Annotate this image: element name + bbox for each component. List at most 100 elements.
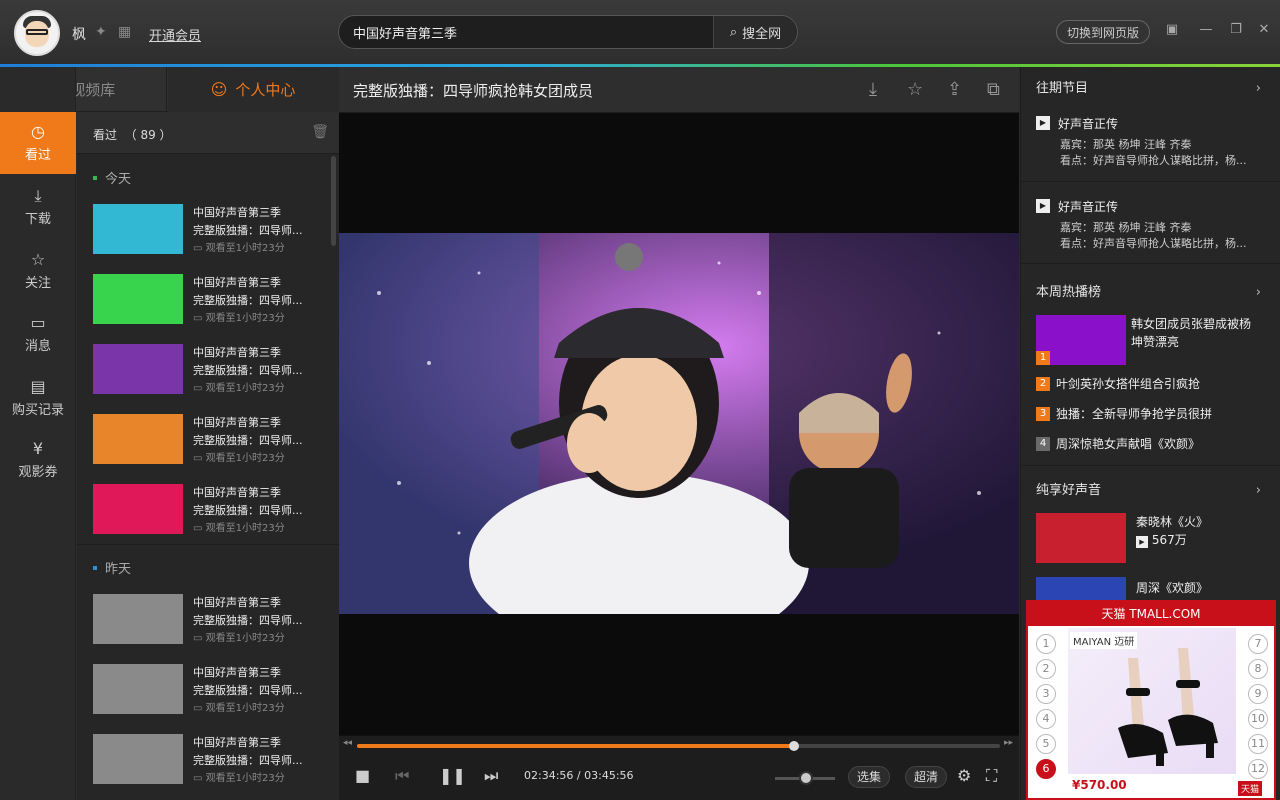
list-item[interactable]: 中国好声音第三季 完整版独播：四导师... ▭ 观看至1小时23分 — [93, 594, 329, 646]
ad-page-5[interactable]: 5 — [1036, 734, 1056, 754]
top-bar: 枫 ✦ ▦ 开通会员 ⌕ 搜全网 切换到网页版 ▣ — ❐ ✕ — [0, 0, 1280, 64]
section-pure-voice[interactable]: 纯享好声音 › — [1021, 475, 1280, 507]
nav-follow[interactable]: ☆ 关注 — [0, 240, 76, 302]
ad-page-6[interactable]: 6 — [1036, 759, 1056, 779]
search-icon: ⌕ — [729, 24, 738, 40]
screen-icon[interactable]: ⧉ — [987, 79, 1000, 100]
nav-label: 购买记录 — [11, 403, 64, 418]
list-item[interactable]: 中国好声音第三季 完整版独播：四导师... ▭ 观看至1小时23分 — [93, 204, 329, 256]
ad-page-1[interactable]: 1 — [1036, 634, 1056, 654]
pure-title[interactable]: 秦晓林《火》 — [1136, 513, 1208, 530]
item-title: 中国好声音第三季 — [193, 416, 281, 429]
quality-button[interactable]: 超清 — [905, 766, 948, 788]
tmall-ad[interactable]: 天猫 TMALL.COM 1 2 3 4 5 6 7 8 9 10 11 12 … — [1026, 600, 1276, 800]
pure-thumbnail[interactable] — [1036, 513, 1126, 563]
share-icon[interactable]: ⇪ — [947, 79, 962, 100]
episode-guests: 嘉宾：那英 杨坤 汪峰 齐秦 — [1060, 221, 1192, 234]
hot-item[interactable]: 4 周深惊艳女声献唱《欢颜》 — [1036, 435, 1200, 452]
ad-page-11[interactable]: 11 — [1248, 734, 1268, 754]
ad-page-7[interactable]: 7 — [1248, 634, 1268, 654]
search-input[interactable] — [339, 16, 714, 48]
list-item[interactable]: 中国好声音第三季 完整版独播：四导师... ▭ 观看至1小时23分 — [93, 484, 329, 536]
close-icon[interactable]: ✕ — [1256, 22, 1272, 38]
trash-icon[interactable]: 🗑 — [311, 124, 329, 140]
user-icon: ☺ — [210, 80, 228, 99]
forward-icon[interactable]: ▸▸ — [1004, 738, 1013, 748]
nav-history[interactable]: ◷ 看过 — [0, 112, 76, 174]
ad-page-10[interactable]: 10 — [1248, 709, 1268, 729]
section-weekly-hot[interactable]: 本周热播榜 › — [1021, 277, 1280, 309]
thumbnail — [93, 204, 183, 254]
list-item[interactable]: 中国好声音第三季 完整版独播：四导师... ▭ 观看至1小时23分 — [93, 344, 329, 396]
video-title: 完整版独播：四导师疯抢韩女团成员 — [353, 82, 594, 100]
nav-label: 下载 — [24, 212, 51, 227]
progress-knob[interactable] — [789, 741, 800, 751]
ad-page-3[interactable]: 3 — [1036, 684, 1056, 704]
pin-icon[interactable]: ✦ — [95, 24, 107, 40]
episode-highlight: 看点：好声音导师抢人谋略比拼，杨... — [1060, 154, 1247, 167]
tab-personal-center[interactable]: ☺ 个人中心 — [168, 67, 338, 112]
item-subtitle: 完整版独播：四导师... — [193, 684, 303, 697]
list-item[interactable]: 中国好声音第三季 完整版独播：四导师... ▭ 观看至1小时23分 — [93, 734, 329, 786]
stop-button[interactable]: ■ — [355, 766, 370, 785]
open-vip-link[interactable]: 开通会员 — [149, 25, 201, 44]
day-label-today: 今天 — [93, 168, 131, 187]
pure-title[interactable]: 周深《欢颜》 — [1136, 579, 1208, 596]
hot-item[interactable]: 2 叶剑英孙女搭伴组合引疯抢 — [1036, 375, 1200, 392]
rewind-icon[interactable]: ◂◂ — [343, 738, 352, 748]
next-button[interactable]: ⏭ — [484, 766, 498, 786]
search-all-button[interactable]: ⌕ 搜全网 — [713, 16, 797, 48]
list-item[interactable]: 中国好声音第三季 完整版独播：四导师... ▭ 观看至1小时23分 — [93, 664, 329, 716]
video-frame[interactable] — [339, 233, 1019, 614]
list-item[interactable]: 中国好声音第三季 完整版独播：四导师... ▭ 观看至1小时23分 — [93, 274, 329, 326]
volume-slider[interactable] — [775, 771, 835, 785]
pause-button[interactable]: ❚❚ — [439, 766, 466, 785]
fullscreen-icon[interactable]: ⛶ — [986, 766, 997, 786]
progress-bar[interactable] — [357, 741, 1000, 751]
card-icon[interactable]: ▦ — [118, 24, 131, 40]
favorite-star-icon[interactable]: ☆ — [907, 79, 923, 100]
maximize-icon[interactable]: ❐ — [1228, 22, 1244, 38]
item-subtitle: 完整版独播：四导师... — [193, 614, 303, 627]
item-progress: ▭ 观看至1小时23分 — [193, 313, 285, 324]
ad-page-9[interactable]: 9 — [1248, 684, 1268, 704]
thumbnail — [93, 734, 183, 784]
username[interactable]: 枫 — [72, 24, 86, 44]
ad-product-image[interactable] — [1068, 628, 1236, 774]
ad-page-12[interactable]: 12 — [1248, 759, 1268, 779]
history-scrollbar[interactable] — [331, 156, 336, 246]
switch-to-web-button[interactable]: 切换到网页版 — [1056, 20, 1150, 44]
item-subtitle: 完整版独播：四导师... — [193, 434, 303, 447]
section-past-episodes[interactable]: 往期节目 › — [1021, 73, 1280, 105]
previous-button[interactable]: ⏮ — [395, 766, 409, 786]
minimize-icon[interactable]: — — [1198, 22, 1214, 38]
nav-tickets[interactable]: ¥ 观影券 — [0, 429, 76, 491]
list-item[interactable]: 中国好声音第三季 完整版独播：四导师... ▭ 观看至1小时23分 — [93, 414, 329, 466]
nav-purchases[interactable]: ▤ 购买记录 — [0, 367, 76, 429]
past-episode[interactable]: ▶ 好声音正传 嘉宾：那英 杨坤 汪峰 齐秦 看点：好声音导师抢人谋略比拼，杨..… — [1036, 197, 1276, 251]
item-progress: ▭ 观看至1小时23分 — [193, 773, 285, 784]
avatar[interactable] — [14, 10, 60, 56]
divider — [77, 544, 339, 545]
ad-page-8[interactable]: 8 — [1248, 659, 1268, 679]
left-nav: ◷ 看过 ⤓ 下载 ☆ 关注 ▭ 消息 ▤ 购买记录 ¥ 观影券 — [0, 67, 76, 800]
volume-knob[interactable] — [799, 771, 813, 785]
item-title: 中国好声音第三季 — [193, 486, 281, 499]
hot-item[interactable]: 3 独播：全新导师争抢学员很拼 — [1036, 405, 1212, 422]
past-episode[interactable]: ▶ 好声音正传 嘉宾：那英 杨坤 汪峰 齐秦 看点：好声音导师抢人谋略比拼，杨..… — [1036, 114, 1276, 168]
nav-download[interactable]: ⤓ 下载 — [0, 176, 76, 238]
download-icon[interactable]: ⤓ — [869, 79, 877, 100]
mini-mode-icon[interactable]: ▣ — [1164, 22, 1180, 38]
ad-page-2[interactable]: 2 — [1036, 659, 1056, 679]
hot-top-title[interactable]: 韩女团成员张碧成被杨坤赞漂亮 — [1131, 315, 1261, 351]
ad-page-4[interactable]: 4 — [1036, 709, 1056, 729]
item-progress: ▭ 观看至1小时23分 — [193, 633, 285, 644]
item-subtitle: 完整版独播：四导师... — [193, 364, 303, 377]
episode-select-button[interactable]: 选集 — [848, 766, 891, 788]
tab-label: 视频库 — [70, 81, 116, 99]
item-progress: ▭ 观看至1小时23分 — [193, 703, 285, 714]
pure-thumbnail[interactable] — [1036, 577, 1126, 601]
settings-gear-icon[interactable]: ⚙ — [957, 766, 971, 785]
nav-messages[interactable]: ▭ 消息 — [0, 303, 76, 365]
item-title: 中国好声音第三季 — [193, 666, 281, 679]
